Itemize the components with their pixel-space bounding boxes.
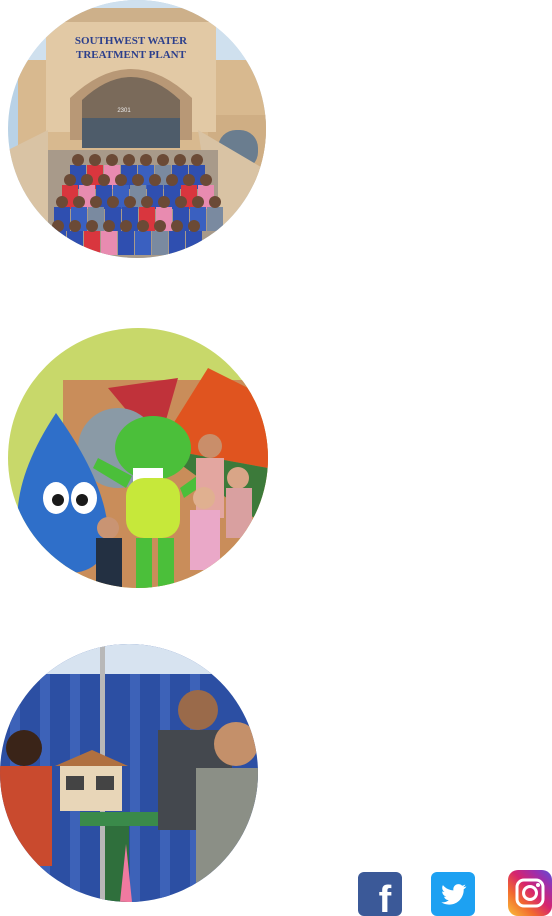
- facebook-icon: f: [379, 879, 392, 916]
- twitter-button[interactable]: [431, 872, 475, 916]
- sign-line-1: SOUTHWEST WATER: [75, 35, 188, 47]
- sign-line-2: TREATMENT PLANT: [76, 49, 187, 61]
- exhibit-illustration: [0, 644, 258, 902]
- twitter-icon: [441, 884, 467, 905]
- building-address: 2301: [117, 108, 131, 114]
- facebook-button[interactable]: f: [358, 872, 402, 916]
- treatment-plant-illustration: SOUTHWEST WATER TREATMENT PLANT 2301: [8, 0, 266, 258]
- exhibit-table-photo: [0, 644, 258, 902]
- mascots-illustration: [8, 328, 268, 588]
- instagram-button[interactable]: [508, 870, 552, 916]
- facebook-glyph: f: [379, 879, 392, 916]
- mascots-with-children-photo: [8, 328, 268, 588]
- instagram-icon: [515, 878, 545, 908]
- treatment-plant-group-photo: SOUTHWEST WATER TREATMENT PLANT 2301: [8, 0, 266, 258]
